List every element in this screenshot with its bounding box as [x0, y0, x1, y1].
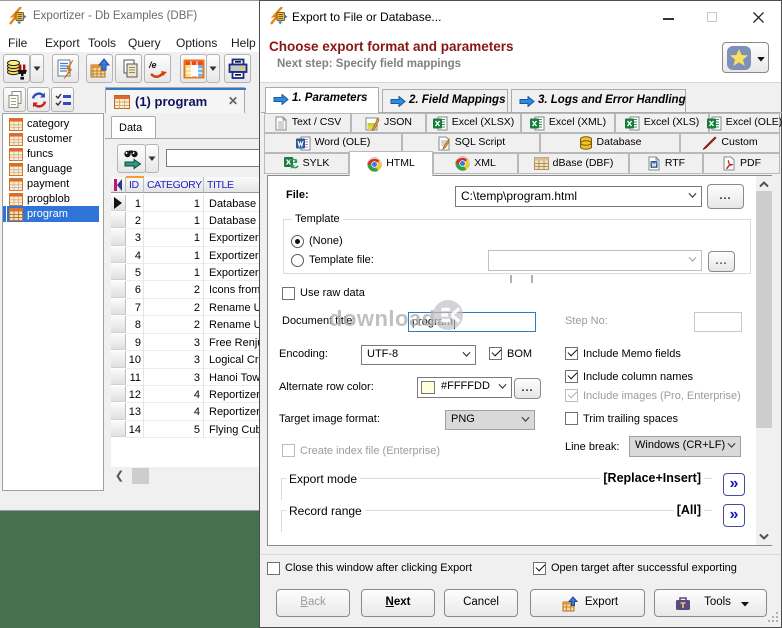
svg-text:/e: /e — [148, 60, 157, 70]
